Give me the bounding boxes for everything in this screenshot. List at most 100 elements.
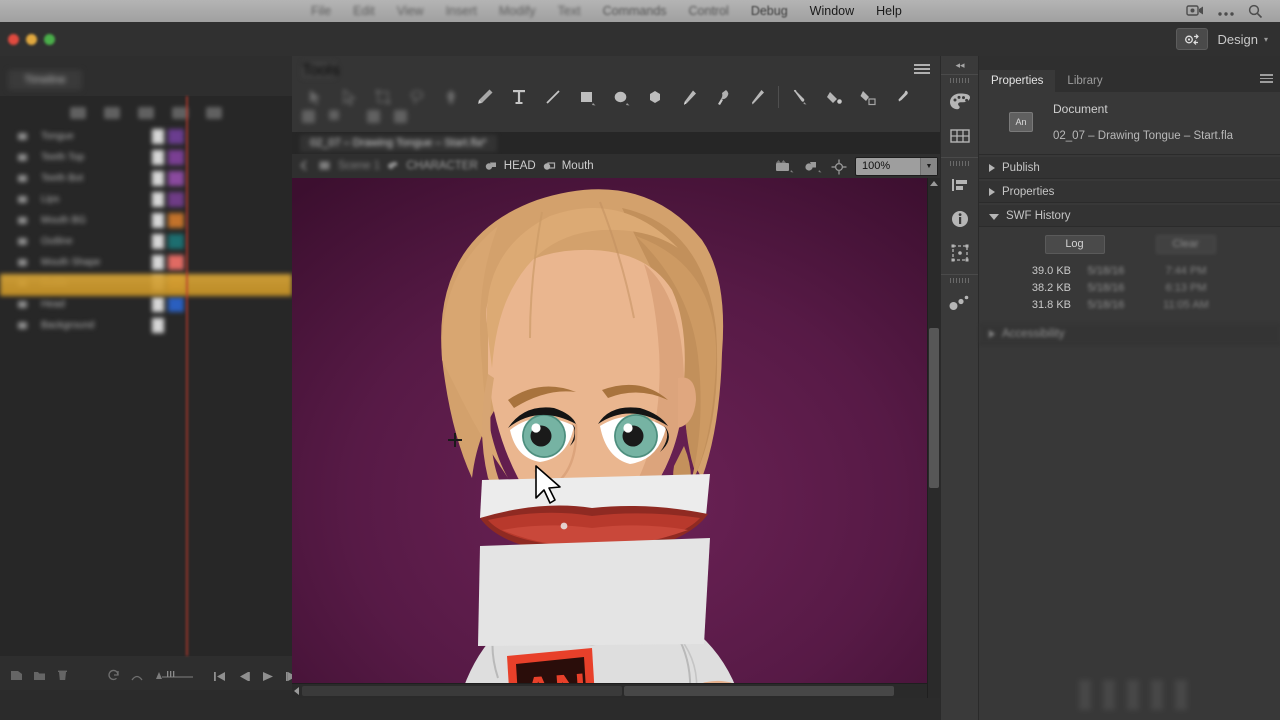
timeline-layer-row[interactable]: Outline xyxy=(0,231,292,252)
tools-panel-tab[interactable]: Tools xyxy=(302,62,336,78)
screen-record-icon[interactable] xyxy=(1186,4,1204,18)
swf-log-button[interactable]: Log xyxy=(1045,235,1105,254)
bone-tool[interactable] xyxy=(783,82,817,112)
layer-keyframe[interactable] xyxy=(168,171,184,186)
lasso-tool[interactable] xyxy=(400,82,434,112)
delete-layer-icon[interactable] xyxy=(56,669,69,682)
section-swf-history[interactable]: SWF History xyxy=(979,205,1280,227)
rail-grip[interactable] xyxy=(941,75,979,85)
layer-keyframe[interactable] xyxy=(168,213,184,228)
timeline-layer-row[interactable]: Background xyxy=(0,315,292,336)
workspace-name[interactable]: Design xyxy=(1218,32,1258,47)
layer-frames[interactable] xyxy=(152,171,164,186)
scroll-left-arrow-icon[interactable] xyxy=(294,687,299,695)
eyedropper-tool[interactable] xyxy=(885,82,919,112)
menu-window[interactable]: Window xyxy=(799,0,865,22)
timeline-playhead[interactable] xyxy=(186,96,188,656)
timeline-layer-row[interactable]: Head xyxy=(0,294,292,315)
timeline-layer-row[interactable]: Tongue xyxy=(0,126,292,147)
motion-presets-icon[interactable] xyxy=(941,285,979,319)
layer-frames[interactable] xyxy=(152,234,164,249)
timeline-layer-row[interactable]: Teeth Top xyxy=(0,147,292,168)
menu-commands[interactable]: Commands xyxy=(592,0,678,22)
color-palette-icon[interactable] xyxy=(941,85,979,119)
free-transform-tool[interactable] xyxy=(366,82,400,112)
menu-help[interactable]: Help xyxy=(865,0,913,22)
section-properties[interactable]: Properties xyxy=(979,181,1280,203)
breadcrumb-character[interactable]: CHARACTER xyxy=(406,160,478,172)
layer-visibility-icon[interactable] xyxy=(18,259,27,266)
center-stage-icon[interactable] xyxy=(831,159,847,173)
scene-icon[interactable] xyxy=(318,159,332,173)
workspace-settings-button[interactable] xyxy=(1176,28,1208,50)
menu-view[interactable]: View xyxy=(386,0,435,22)
step-back-icon[interactable] xyxy=(237,669,251,682)
new-folder-icon[interactable] xyxy=(33,669,46,682)
layer-keyframe[interactable] xyxy=(168,129,184,144)
rail-grip[interactable] xyxy=(941,158,979,168)
layer-visibility-icon[interactable] xyxy=(18,322,27,329)
document-tab[interactable]: 02_07 – Drawing Tongue – Start.fla* xyxy=(300,135,497,152)
panel-menu-icon[interactable] xyxy=(914,64,930,76)
timeline-layer-list[interactable]: Tongue Teeth Top Teeth Bot Lips xyxy=(0,126,292,336)
swatches-icon[interactable] xyxy=(941,119,979,153)
layer-frames[interactable] xyxy=(152,255,164,270)
onion-skin-icon[interactable] xyxy=(130,669,143,682)
timeline-layer-row[interactable]: Mouth BG xyxy=(0,210,292,231)
zoom-level-value[interactable]: 100% xyxy=(856,158,920,175)
layer-frames[interactable] xyxy=(152,297,164,312)
window-maximize-button[interactable] xyxy=(44,34,55,45)
chevron-down-icon[interactable]: ▼ xyxy=(920,158,937,175)
selection-tool[interactable] xyxy=(298,82,332,112)
polystar-tool[interactable] xyxy=(638,82,672,112)
timeline-layer-row[interactable]: Teeth Bot xyxy=(0,168,292,189)
menu-control[interactable]: Control xyxy=(678,0,740,22)
brush-tool[interactable] xyxy=(672,82,706,112)
rectangle-tool[interactable] xyxy=(570,82,604,112)
layer-frames[interactable] xyxy=(152,192,164,207)
paint-bucket-tool[interactable] xyxy=(817,82,851,112)
tool-color-controls[interactable] xyxy=(302,110,407,123)
width-tool[interactable] xyxy=(740,82,774,112)
menu-text[interactable]: Text xyxy=(547,0,592,22)
stage-horizontal-scrollbar[interactable] xyxy=(292,683,940,698)
menu-insert[interactable]: Insert xyxy=(435,0,488,22)
window-minimize-button[interactable] xyxy=(26,34,37,45)
canvas-stage[interactable]: AN xyxy=(292,178,940,698)
menu-debug[interactable]: Debug xyxy=(740,0,799,22)
menu-edit[interactable]: Edit xyxy=(342,0,386,22)
layer-visibility-icon[interactable] xyxy=(18,175,27,182)
onion-skin-range-slider[interactable] xyxy=(153,669,203,682)
hscroll-track[interactable] xyxy=(302,686,622,696)
layer-keyframe[interactable] xyxy=(168,234,184,249)
layer-visibility-icon[interactable] xyxy=(18,217,27,224)
window-controls[interactable] xyxy=(0,34,55,45)
align-icon[interactable] xyxy=(941,168,979,202)
vscroll-thumb[interactable] xyxy=(929,328,939,488)
pen-tool[interactable] xyxy=(434,82,468,112)
transform-icon[interactable] xyxy=(941,236,979,270)
zoom-control[interactable]: 100% ▼ xyxy=(855,157,938,176)
timeline-body[interactable]: Tongue Teeth Top Teeth Bot Lips xyxy=(0,96,292,656)
back-arrow-icon[interactable] xyxy=(298,159,312,173)
search-icon[interactable] xyxy=(1248,4,1266,18)
collapse-panel-icon[interactable]: ◂◂ xyxy=(941,56,979,74)
section-publish[interactable]: Publish xyxy=(979,157,1280,179)
scroll-up-arrow-icon[interactable] xyxy=(930,181,938,186)
paint-brush-tool[interactable] xyxy=(706,82,740,112)
stage-vertical-scrollbar[interactable] xyxy=(927,178,940,698)
pencil-tool[interactable] xyxy=(468,82,502,112)
window-close-button[interactable] xyxy=(8,34,19,45)
layer-visibility-icon[interactable] xyxy=(18,301,27,308)
timeline-layer-row-selected[interactable]: Mouth Shape xyxy=(0,252,292,273)
chevron-down-icon[interactable]: ▾ xyxy=(1264,35,1268,44)
text-tool[interactable] xyxy=(502,82,536,112)
layer-visibility-icon[interactable] xyxy=(18,133,27,140)
go-to-start-icon[interactable] xyxy=(213,669,227,682)
panel-menu-icon[interactable] xyxy=(1260,74,1273,84)
subselection-tool[interactable] xyxy=(332,82,366,112)
layer-visibility-icon[interactable] xyxy=(18,154,27,161)
edit-symbols-icon[interactable] xyxy=(803,159,823,173)
line-tool[interactable] xyxy=(536,82,570,112)
layer-frames[interactable] xyxy=(152,213,164,228)
